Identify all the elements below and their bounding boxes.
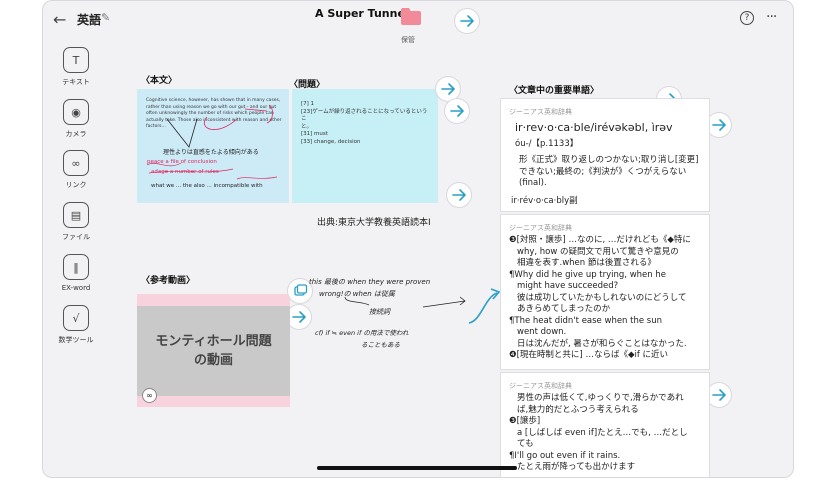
dictionary-line: (final). — [519, 178, 547, 188]
honbun-note-3: adage a number of rules — [151, 169, 219, 175]
tool-label: リンク — [65, 181, 87, 189]
dictionary-line: あきらめてしまったのか — [517, 304, 611, 314]
card-link-arrow-icon[interactable] — [445, 99, 469, 123]
tool-link[interactable]: ∞ リンク — [51, 150, 101, 190]
dictionary-line: ❹[現在時制と共に] …ならば《◆if に近い — [509, 350, 669, 360]
card-link-arrow-icon[interactable] — [436, 77, 460, 101]
dictionary-headword: ir·rev·o·ca·ble/irévəkəbl, ìrəv — [515, 121, 673, 134]
tool-ex-word[interactable]: ‖ EX-word — [51, 254, 101, 292]
dictionary-line: たとえ雨が降っても出かけます — [517, 462, 636, 472]
tool-label: ファイル — [62, 233, 90, 241]
honbun-note-2: peace a file of conclusion — [147, 159, 217, 165]
folder-label: 保管 — [401, 36, 415, 44]
app-window: ← 英語 ✎ A Super Tunnel 保管 ? ··· T テキスト ◉ … — [42, 0, 794, 478]
question-line: [23]ゲームが繰り返されることになっているというこ — [301, 108, 428, 123]
dictionary-line: 彼は成功していたかもしれないのにどうして — [517, 292, 687, 303]
tool-file[interactable]: ▤ ファイル — [51, 202, 101, 242]
dictionary-line: 相違を表す.when 節は後置される》 — [517, 258, 656, 268]
honbun-note-1: 理性よりは直感をたよる傾向がある — [163, 149, 259, 156]
dictionary-line: ❸[対照・譲歩] …なのに, …だけれども《◆特に — [509, 235, 691, 245]
honbun-card[interactable]: Cognitive science, however, has shown th… — [137, 89, 289, 203]
dictionary-source: ジーニアス英和辞典 — [509, 224, 572, 232]
dictionary-line: 日は沈んだが, 暑さが和らぐことはなかった. — [517, 338, 687, 349]
dictionary-definition: 形《正式》取り返しのつかない;取り消し[変更] できない;最終の;《判決が》くつ… — [519, 155, 705, 190]
dictionary-source: ジーニアス英和辞典 — [509, 382, 572, 390]
question-line: [7] 1 — [301, 101, 315, 107]
dictionary-line: ¶Why did he give up trying, when he — [509, 269, 666, 280]
tool-label: カメラ — [65, 130, 87, 138]
dictionary-line: ¶I'll go out even if it rains. — [509, 450, 621, 461]
tool-label: テキスト — [62, 78, 90, 86]
tool-math[interactable]: √ 数学ツール — [51, 305, 101, 345]
card-link-arrow-icon[interactable] — [707, 113, 731, 137]
folder-icon[interactable] — [401, 8, 421, 25]
link-icon[interactable]: ∞ — [142, 388, 157, 403]
dictionary-definition: 男性の声は低くて,ゆっくりで,滑らかであれ ば,魅力的だとふつう考えられる ❸[… — [509, 393, 707, 474]
tool-text[interactable]: T テキスト — [51, 47, 101, 87]
dictionary-card-1[interactable]: ジーニアス英和辞典 ir·rev·o·ca·ble/irévəkəbl, ìrə… — [501, 99, 709, 211]
card-link-arrow-icon[interactable] — [707, 383, 731, 407]
dictionary-pron: óu-/【p.1133】 — [515, 139, 579, 149]
home-indicator[interactable] — [317, 466, 517, 470]
dictionary-line: 形《正式》取り返しのつかない;取り消し[変更] — [519, 155, 699, 165]
link-icon: ∞ — [63, 150, 89, 176]
video-title-line: の動画 — [193, 353, 233, 368]
dictionary-line: a [しばしば even if]たとえ…でも, …だとし — [517, 427, 688, 438]
dictionary-line: できない;最終の;《判決が》くつがえらない — [519, 166, 687, 177]
tool-label: EX-word — [61, 284, 91, 292]
notebook-title[interactable]: 英語 — [77, 11, 101, 28]
question-line: [33] change, decision — [301, 138, 361, 145]
page-link-arrow-icon[interactable] — [455, 9, 479, 33]
question-line: と。 — [301, 123, 313, 130]
video-title: モンティホール問題 の動画 — [155, 332, 271, 370]
dictionary-line: ¶The heat didn't ease when the sun — [509, 315, 662, 326]
document-title: A Super Tunnel — [315, 7, 409, 20]
tool-label: 数学ツール — [58, 336, 94, 344]
help-icon[interactable]: ? — [740, 11, 754, 25]
video-thumbnail[interactable]: モンティホール問題 の動画 — [137, 306, 290, 396]
dictionary-definition: ❸[対照・譲歩] …なのに, …だけれども《◆特に why, how の疑問文で… — [509, 235, 707, 362]
video-card[interactable]: モンティホール問題 の動画 ∞ — [137, 294, 290, 407]
dictionary-line: ば,魅力的だとふつう考えられる — [517, 404, 639, 415]
dictionary-line: ても — [517, 439, 534, 449]
dictionary-line: ❸[譲歩] — [509, 416, 541, 426]
dictionary-line: 男性の声は低くて,ゆっくりで,滑らかであれ — [517, 393, 684, 403]
dictionary-line: might have succeeded? — [517, 281, 619, 291]
source-text: 出典:東京大学教養英語読本I — [317, 218, 431, 228]
text-icon: T — [63, 47, 89, 73]
section-label-honbun: 〈本文〉 — [141, 76, 178, 86]
dictionary-card-2[interactable]: ジーニアス英和辞典 ❸[対照・譲歩] …なのに, …だけれども《◆特に why,… — [501, 215, 709, 369]
books-icon: ‖ — [63, 254, 89, 280]
card-link-arrow-icon[interactable] — [447, 183, 471, 207]
back-arrow-icon[interactable]: ← — [53, 10, 66, 29]
section-label-tango: 〈文章中の重要単語〉 — [509, 86, 600, 96]
dictionary-card-3[interactable]: ジーニアス英和辞典 男性の声は低くて,ゆっくりで,滑らかであれ ば,魅力的だとふ… — [501, 373, 709, 477]
question-lines: [7] 1 [23]ゲームが繰り返されることになっているというこ と。 [31]… — [301, 101, 431, 146]
honbun-note-4: what we ... the also ... incompatible wi… — [151, 183, 263, 189]
handnote-arrow — [344, 288, 501, 324]
question-line: [31] must — [301, 131, 328, 137]
question-card[interactable]: [7] 1 [23]ゲームが繰り返されることになっているというこ と。 [31]… — [292, 89, 438, 203]
dictionary-line: went down. — [517, 327, 567, 337]
video-title-line: モンティホール問題 — [155, 334, 272, 349]
section-label-douga: 〈参考動画〉 — [141, 276, 196, 286]
dictionary-source: ジーニアス英和辞典 — [509, 108, 572, 116]
pencil-icon[interactable]: ✎ — [101, 11, 110, 24]
dictionary-line: why, how の疑問文で用いて驚きや意見の — [517, 246, 679, 257]
math-icon: √ — [63, 305, 89, 331]
tool-camera[interactable]: ◉ カメラ — [51, 99, 101, 139]
camera-icon: ◉ — [63, 99, 89, 125]
dictionary-derived: ir·rév·o·ca·bly副 — [511, 196, 578, 206]
image-file-icon: ▤ — [63, 202, 89, 228]
more-options-icon[interactable]: ··· — [766, 9, 777, 25]
